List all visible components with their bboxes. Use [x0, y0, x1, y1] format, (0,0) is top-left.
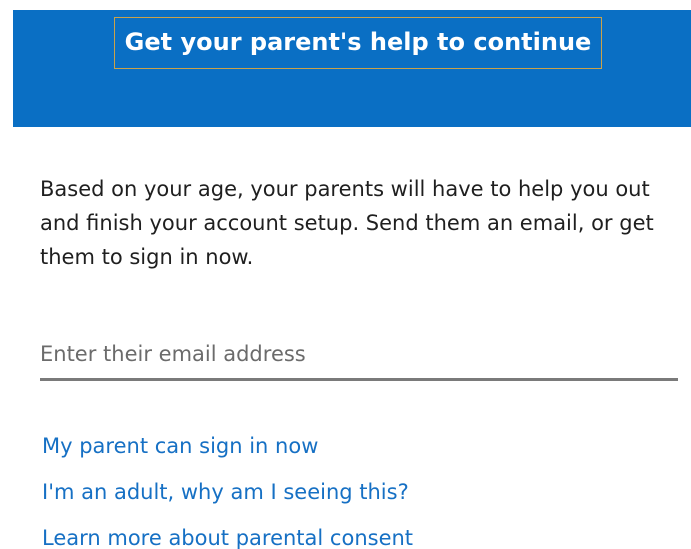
parent-sign-in-link[interactable]: My parent can sign in now — [42, 423, 642, 469]
learn-more-consent-link[interactable]: Learn more about parental consent — [42, 515, 642, 549]
parent-email-input[interactable] — [40, 330, 678, 381]
header-banner: Get your parent's help to continue — [13, 10, 691, 127]
page-title: Get your parent's help to continue — [114, 17, 602, 69]
adult-why-link[interactable]: I'm an adult, why am I seeing this? — [42, 469, 642, 515]
parental-consent-page: Get your parent's help to continue Based… — [0, 0, 691, 549]
links-list: My parent can sign in now I'm an adult, … — [42, 423, 642, 549]
email-field-container — [40, 330, 678, 382]
description-text: Based on your age, your parents will hav… — [40, 177, 654, 269]
